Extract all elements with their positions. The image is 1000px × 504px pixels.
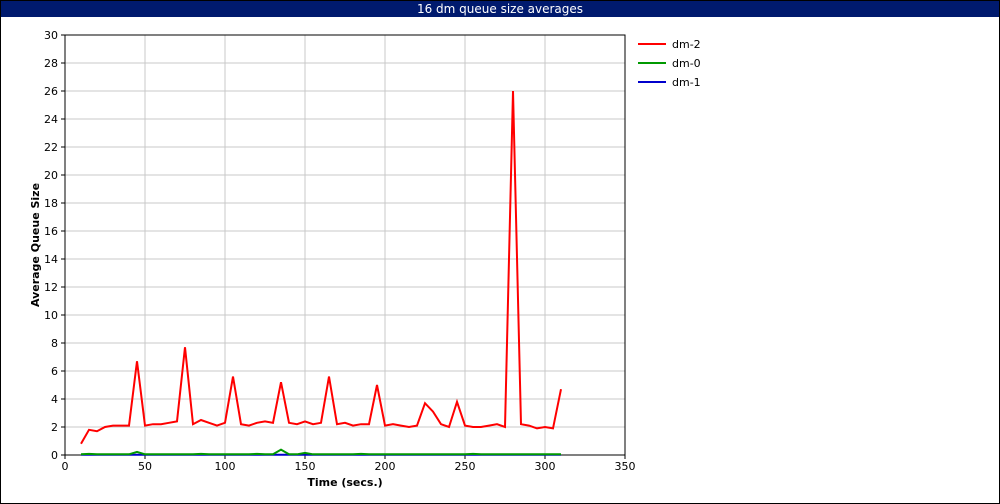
plot-area [64, 34, 626, 456]
y-tick-label: 26 [44, 85, 58, 98]
y-tick-label: 4 [51, 393, 58, 406]
x-axis-ticks: 0 50 100 150 200 250 300 350 [62, 455, 636, 473]
x-tick-label: 150 [295, 460, 316, 473]
x-tick-label: 50 [138, 460, 152, 473]
x-tick-label: 100 [215, 460, 236, 473]
series-lines [80, 90, 562, 456]
y-tick-label: 16 [44, 225, 58, 238]
y-tick-label: 0 [51, 449, 58, 462]
legend: dm-2 dm-0 dm-1 [638, 38, 701, 89]
x-tick-label: 0 [62, 460, 69, 473]
series-line-dm-2 [80, 90, 562, 445]
x-tick-label: 250 [455, 460, 476, 473]
y-tick-label: 28 [44, 57, 58, 70]
legend-label-dm-2: dm-2 [672, 38, 701, 51]
y-tick-label: 20 [44, 169, 58, 182]
y-tick-label: 2 [51, 421, 58, 434]
y-tick-label: 10 [44, 309, 58, 322]
y-tick-label: 12 [44, 281, 58, 294]
x-axis-label: Time (secs.) [307, 476, 382, 489]
legend-label-dm-1: dm-1 [672, 76, 701, 89]
y-tick-label: 6 [51, 365, 58, 378]
y-axis-label: Average Queue Size [29, 183, 42, 307]
y-tick-label: 30 [44, 29, 58, 42]
grid-lines [65, 35, 625, 455]
x-tick-label: 200 [375, 460, 396, 473]
y-tick-label: 24 [44, 113, 58, 126]
y-tick-label: 8 [51, 337, 58, 350]
y-axis-ticks: 024681012141618202224262830 [44, 29, 65, 462]
series-line-dm-0 [80, 448, 561, 456]
chart-svg: 0 50 100 150 200 250 300 350 024681012141618202… [29, 29, 701, 489]
legend-label-dm-0: dm-0 [672, 57, 701, 70]
y-tick-label: 14 [44, 253, 58, 266]
x-tick-label: 350 [615, 460, 636, 473]
y-tick-label: 18 [44, 197, 58, 210]
x-tick-label: 300 [535, 460, 556, 473]
y-tick-label: 22 [44, 141, 58, 154]
